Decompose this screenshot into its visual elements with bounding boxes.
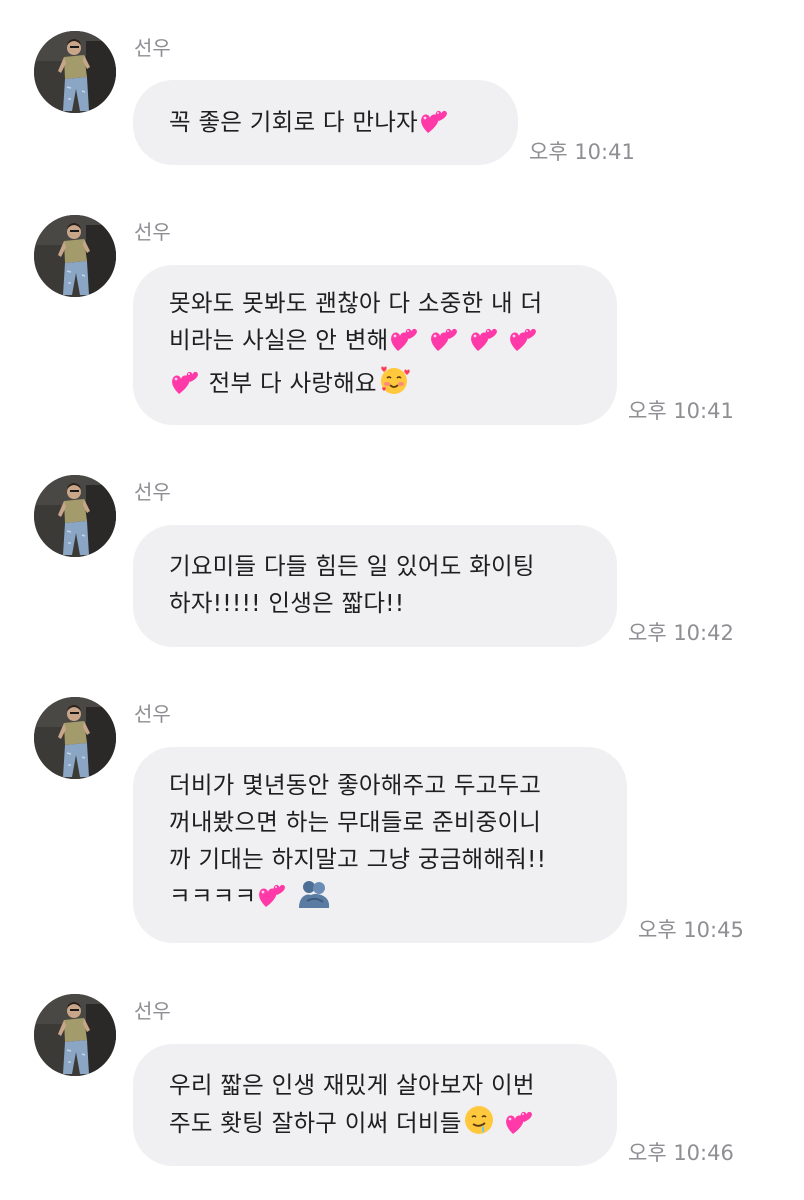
- two-hearts-icon: [469, 325, 499, 364]
- sender-name: 선우: [134, 36, 171, 60]
- message-bubble[interactable]: 더비가 몇년동안 좋아해주고 두고두고 꺼내봤으면 하는 무대들로 준비중이니 …: [133, 747, 627, 943]
- sender-name: 선우: [134, 702, 171, 726]
- message-time: 오후 10:46: [628, 1141, 734, 1165]
- message-text-line: 기요미들 다들 힘든 일 있어도 화이팅: [169, 552, 535, 580]
- message-bubble[interactable]: 기요미들 다들 힘든 일 있어도 화이팅 하자!!!!! 인생은 짧다!!: [133, 525, 617, 647]
- two-hearts-icon: [389, 325, 419, 364]
- message-time: 오후 10:41: [529, 140, 635, 164]
- drooling-face-icon: [463, 1104, 495, 1147]
- message-bubble[interactable]: 못와도 못봐도 괜찮아 다 소중한 내 더 비라는 사실은 안 변해 전부 다 …: [133, 265, 617, 425]
- message-bubble[interactable]: 꼭 좋은 기회로 다 만나자: [133, 80, 518, 165]
- message-bubble[interactable]: 우리 짧은 인생 재밌게 살아보자 이번 주도 홧팅 잘하구 이써 더비들: [133, 1044, 617, 1166]
- smiling-face-with-hearts-icon: [378, 364, 410, 407]
- message-text-line: 더비가 몇년동안 좋아해주고 두고두고: [169, 771, 542, 799]
- message-text-line: 비라는 사실은 안 변해: [169, 322, 583, 364]
- message-text-line: 하자!!!!! 인생은 짧다!!: [169, 589, 405, 617]
- message-time: 오후 10:45: [638, 918, 744, 942]
- message-time: 오후 10:42: [628, 621, 734, 645]
- two-hearts-icon: [257, 881, 287, 920]
- sender-name: 선우: [134, 999, 171, 1023]
- sender-name: 선우: [134, 480, 171, 504]
- two-hearts-icon: [419, 107, 449, 146]
- message-text-line: 꺼내봤으면 하는 무대들로 준비중이니: [169, 808, 542, 836]
- avatar[interactable]: [34, 697, 116, 779]
- avatar[interactable]: [34, 994, 116, 1076]
- avatar[interactable]: [34, 475, 116, 557]
- message-text-line: ㅋㅋㅋㅋ: [169, 878, 593, 920]
- message-text: 꼭 좋은 기회로 다 만나자: [169, 104, 484, 146]
- message-time: 오후 10:41: [628, 399, 734, 423]
- two-hearts-icon: [508, 325, 538, 364]
- two-hearts-icon: [429, 325, 459, 364]
- message-text-line: 우리 짧은 인생 재밌게 살아보자 이번: [169, 1071, 535, 1099]
- avatar[interactable]: [34, 31, 116, 113]
- message-text-line: 못와도 못봐도 괜찮아 다 소중한 내 더: [169, 289, 543, 317]
- message-text-line: 주도 홧팅 잘하구 이써 더비들: [169, 1104, 583, 1147]
- avatar[interactable]: [34, 215, 116, 297]
- two-hearts-icon: [170, 368, 200, 407]
- message-text-line: 전부 다 사랑해요: [169, 364, 583, 407]
- message-text-line: 까 기대는 하지말고 그냥 궁금해해줘!!: [169, 845, 547, 873]
- two-hearts-icon: [504, 1108, 534, 1147]
- people-hugging-icon: [297, 879, 331, 920]
- sender-name: 선우: [134, 220, 171, 244]
